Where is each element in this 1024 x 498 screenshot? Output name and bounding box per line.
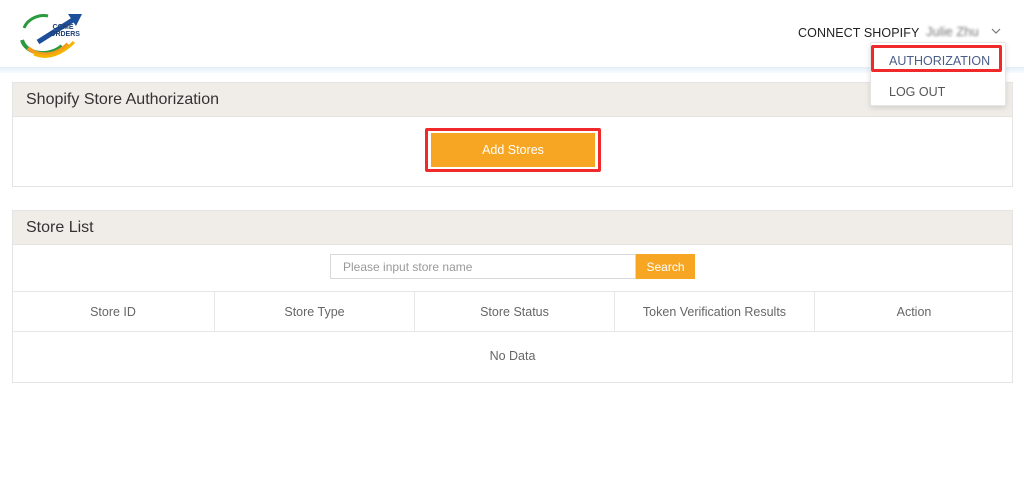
- logo-text-bottom: ORDERS: [50, 31, 80, 38]
- column-header-store-type[interactable]: Store Type: [215, 292, 415, 331]
- search-button[interactable]: Search: [636, 254, 695, 279]
- logo-text: COME ORDERS: [50, 24, 80, 38]
- store-table-header: Store ID Store Type Store Status Token V…: [12, 291, 1013, 332]
- highlight-box-authorization: [871, 45, 1002, 72]
- menu-item-log-out[interactable]: LOG OUT: [889, 85, 945, 99]
- column-header-store-status[interactable]: Store Status: [415, 292, 615, 331]
- column-header-token-verification[interactable]: Token Verification Results: [615, 292, 815, 331]
- user-name-menu[interactable]: Julie Zhu: [926, 24, 979, 39]
- column-header-store-id[interactable]: Store ID: [12, 292, 215, 331]
- come-orders-logo[interactable]: COME ORDERS: [18, 10, 86, 62]
- panel-title: Store List: [26, 219, 94, 236]
- empty-table-message: No Data: [489, 349, 536, 363]
- chevron-down-icon[interactable]: [991, 26, 1001, 36]
- connect-shopify-link[interactable]: CONNECT SHOPIFY: [798, 26, 919, 40]
- logo-text-top: COME: [52, 24, 74, 31]
- panel-header: Store List: [13, 211, 1012, 245]
- highlight-box-add-stores: [425, 128, 601, 172]
- panel-title: Shopify Store Authorization: [26, 91, 220, 108]
- store-search-input[interactable]: Please input store name: [330, 254, 636, 279]
- column-header-action[interactable]: Action: [815, 292, 1013, 331]
- panel-header: Shopify Store Authorization: [13, 83, 1012, 117]
